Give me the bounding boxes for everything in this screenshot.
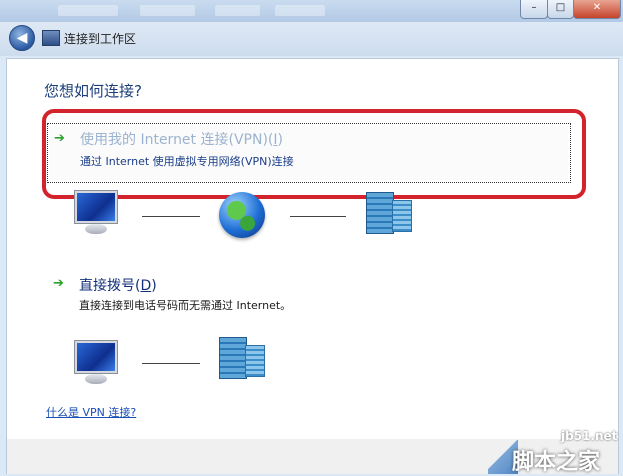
workplace-server-icon bbox=[217, 337, 265, 379]
watermark-url: jb51.net bbox=[561, 429, 618, 443]
connection-line bbox=[290, 216, 346, 217]
titlebar-blurred-text bbox=[58, 5, 118, 16]
connection-line bbox=[142, 216, 200, 217]
workplace-server-icon bbox=[364, 192, 412, 234]
wizard-title: 连接到工作区 bbox=[64, 32, 137, 46]
titlebar-blurred-text bbox=[215, 5, 260, 16]
network-place-icon bbox=[42, 30, 60, 46]
option-vpn-title: 使用我的 Internet 连接(VPN)(I) bbox=[80, 132, 283, 148]
computer-icon bbox=[73, 191, 119, 235]
computer-icon bbox=[73, 341, 119, 385]
window-titlebar: – □ ✕ bbox=[0, 0, 623, 22]
option-dial-description: 直接连接到电话号码而无需通过 Internet。 bbox=[79, 299, 292, 312]
titlebar-blurred-text bbox=[140, 5, 195, 16]
what-is-vpn-link[interactable]: 什么是 VPN 连接? bbox=[46, 404, 136, 420]
page-heading: 您想如何连接? bbox=[44, 82, 142, 100]
minimize-button[interactable]: – bbox=[520, 0, 548, 19]
close-button[interactable]: ✕ bbox=[573, 0, 621, 19]
navigation-bar: ◀ 连接到工作区 bbox=[0, 22, 623, 56]
back-arrow-icon[interactable]: ◀ bbox=[9, 25, 35, 51]
watermark-brand: 脚本之家 bbox=[512, 450, 601, 475]
option-dial-title: 直接拨号(D) bbox=[79, 278, 157, 294]
option-dial-up[interactable]: ➔ 直接拨号(D) 直接连接到电话号码而无需通过 Internet。 bbox=[47, 273, 569, 313]
connection-line bbox=[142, 363, 200, 364]
titlebar-blurred-text bbox=[275, 5, 325, 16]
option-vpn-description: 通过 Internet 使用虚拟专用网络(VPN)连接 bbox=[80, 155, 294, 168]
wizard-content: 您想如何连接? ➔ 使用我的 Internet 连接(VPN)(I) 通过 In… bbox=[6, 58, 619, 440]
green-arrow-icon: ➔ bbox=[53, 276, 64, 291]
internet-globe-icon bbox=[219, 192, 265, 238]
maximize-button[interactable]: □ bbox=[547, 0, 574, 19]
option-vpn[interactable]: ➔ 使用我的 Internet 连接(VPN)(I) 通过 Internet 使… bbox=[47, 123, 571, 183]
green-arrow-icon: ➔ bbox=[54, 131, 65, 146]
